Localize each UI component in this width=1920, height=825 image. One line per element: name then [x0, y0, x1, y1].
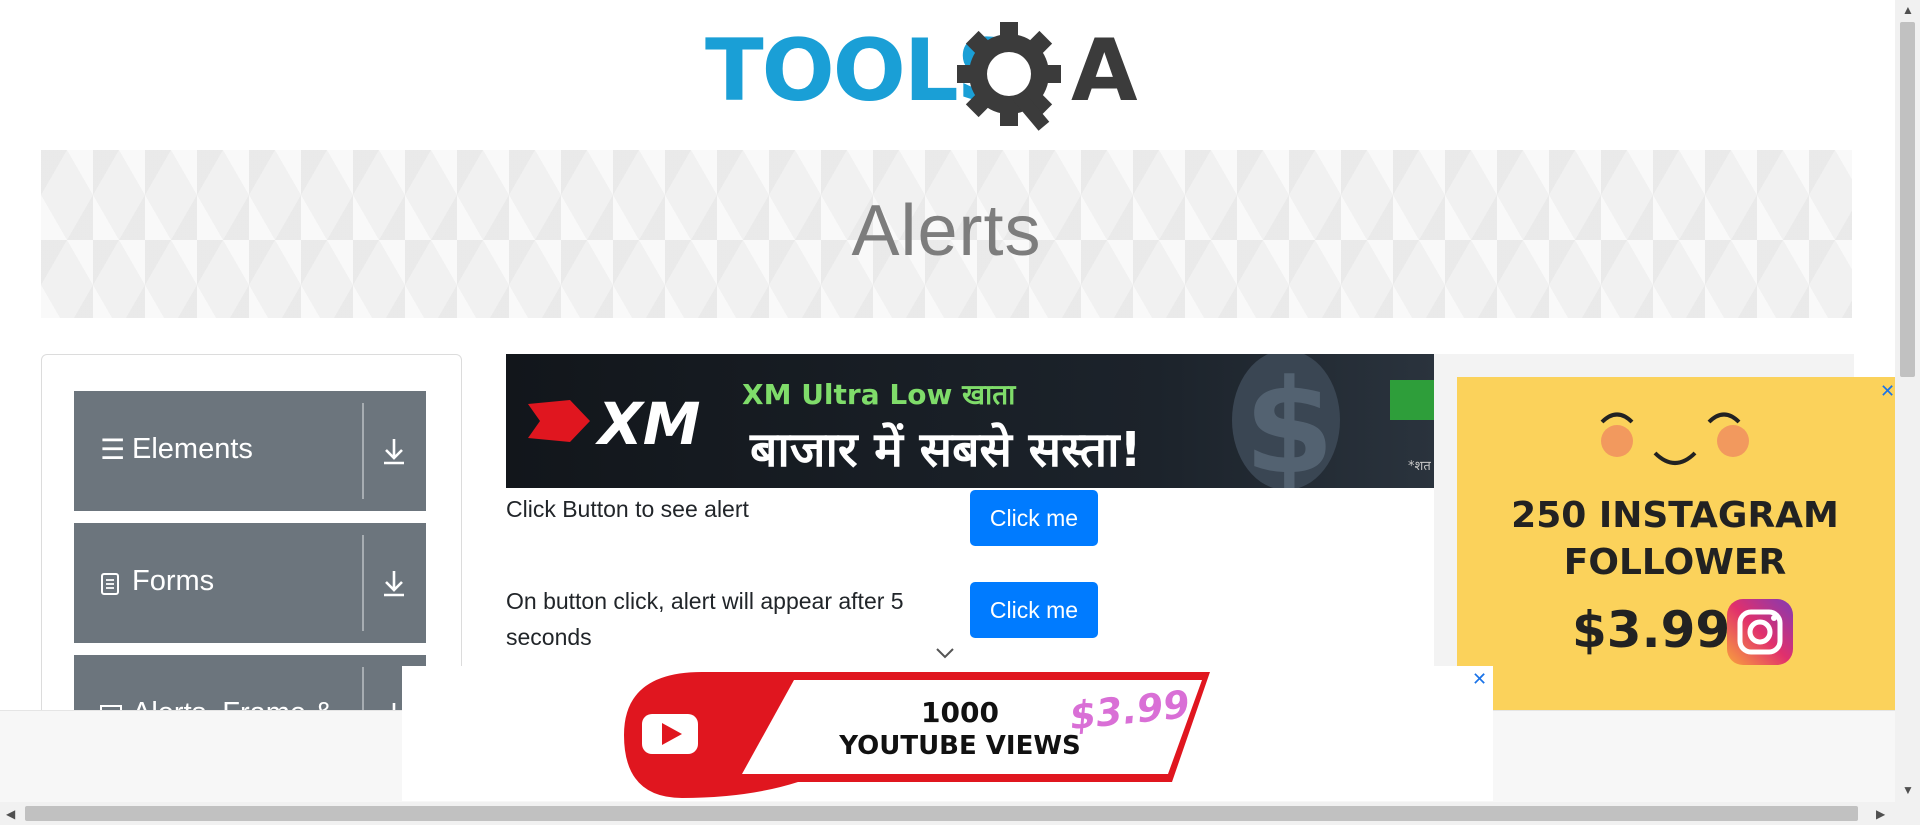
- ad-right-headline-2: FOLLOWER: [1564, 542, 1786, 583]
- document-icon: [101, 573, 119, 595]
- ad-bottom-line2: YOUTUBE VIEWS: [838, 731, 1081, 761]
- ad-bottom-line1: 1000: [921, 696, 999, 729]
- horizontal-scrollbar[interactable]: ◀ ▶: [0, 802, 1920, 825]
- ad-top-line1: XM Ultra Low खाता: [742, 378, 1017, 411]
- chevron-down-icon[interactable]: [935, 647, 955, 659]
- divider: [362, 535, 364, 631]
- ad-banner-top[interactable]: XM XM Ultra Low खाता बाजार में सबसे सस्त…: [506, 354, 1434, 488]
- ad-top-footnote: *शत: [1408, 459, 1431, 474]
- ad-right-headline-1: 250 INSTAGRAM: [1511, 495, 1839, 536]
- ad-right-price: $3.99: [1572, 601, 1730, 659]
- divider: [362, 667, 364, 715]
- ad-instagram-followers[interactable]: 250 INSTAGRAM FOLLOWER $3.99: [1457, 377, 1895, 710]
- logo-text-a: A: [1071, 22, 1138, 121]
- instagram-icon: [1727, 599, 1793, 665]
- scroll-down-icon[interactable]: ▼: [1902, 784, 1914, 796]
- vertical-scrollbar-thumb[interactable]: [1900, 22, 1915, 377]
- close-icon[interactable]: ✕: [1472, 668, 1487, 690]
- scroll-left-icon[interactable]: ◀: [6, 808, 15, 820]
- download-icon: [384, 571, 404, 597]
- vertical-scrollbar[interactable]: ▲ ▼: [1895, 0, 1920, 802]
- page-banner: Alerts: [41, 150, 1852, 318]
- scroll-up-icon[interactable]: ▲: [1902, 4, 1914, 16]
- sidebar-group-alerts-frames[interactable]: Alerts, Frame &: [74, 655, 426, 715]
- youtube-play-icon: [642, 714, 698, 754]
- divider: [362, 403, 364, 499]
- timer-alert-label: On button click, alert will appear after…: [506, 588, 904, 650]
- sidebar: ☰ Elements Forms Alerts, Frame &: [41, 354, 462, 716]
- sidebar-group-forms[interactable]: Forms: [74, 523, 426, 643]
- close-icon[interactable]: ✕: [1880, 380, 1895, 402]
- dollar-3d-icon: $: [1232, 354, 1340, 488]
- scroll-right-icon[interactable]: ▶: [1876, 808, 1885, 820]
- svg-text:$: $: [1244, 354, 1334, 488]
- ad-youtube-views[interactable]: 1000 YOUTUBE VIEWS $3.99: [402, 666, 1493, 801]
- ad-top-line2: बाजार में सबसे सस्ता!: [749, 422, 1141, 478]
- sidebar-group-label: Elements: [132, 433, 253, 465]
- ad-top-brand: XM: [595, 390, 700, 458]
- page-title: Alerts: [851, 191, 1042, 271]
- ad-top-cta: [1390, 380, 1434, 420]
- alert-button[interactable]: Click me: [970, 490, 1098, 546]
- toolsqa-logo[interactable]: TOOLS A: [705, 21, 1195, 134]
- alert-label-1: Click Button to see alert: [506, 496, 749, 522]
- sidebar-group-elements[interactable]: ☰ Elements: [74, 391, 426, 511]
- sidebar-group-label: Forms: [132, 565, 215, 597]
- timer-alert-button[interactable]: Click me: [970, 582, 1098, 638]
- download-icon: [384, 439, 404, 465]
- horizontal-scrollbar-thumb[interactable]: [25, 806, 1858, 821]
- hamburger-icon: ☰: [100, 434, 126, 465]
